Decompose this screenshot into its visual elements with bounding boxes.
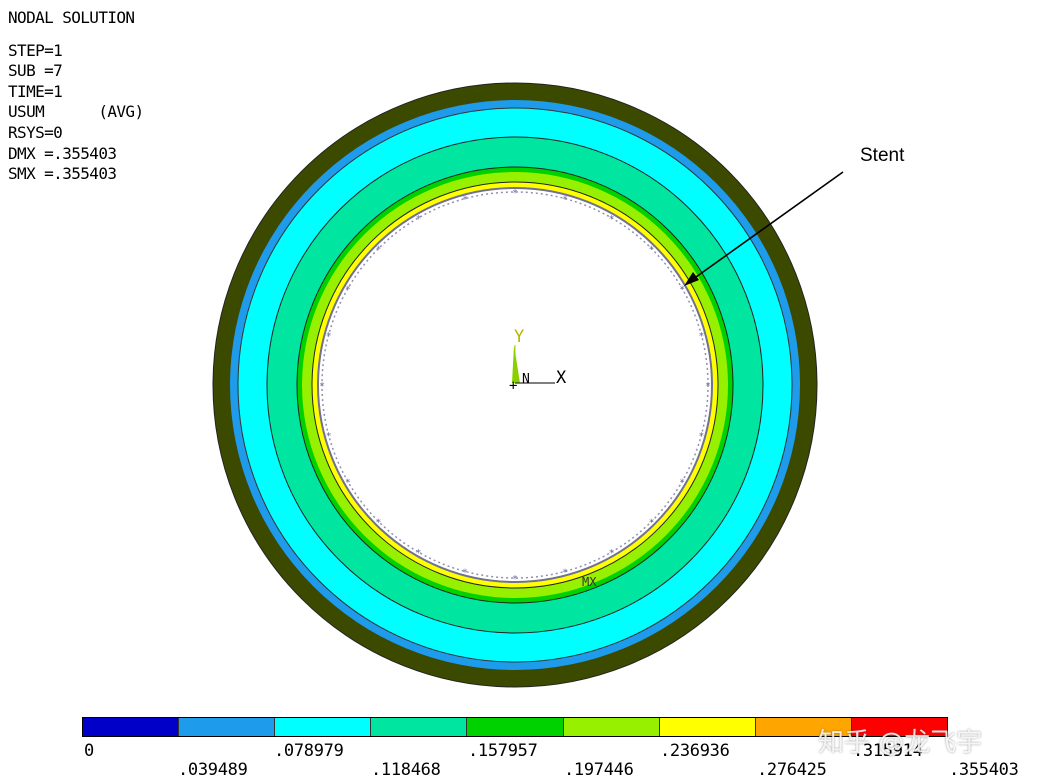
- stent-node-marker: *: [376, 518, 382, 529]
- legend-swatch-1: [83, 718, 180, 736]
- stent-node-marker: *: [649, 518, 655, 529]
- stent-node-marker: *: [319, 381, 325, 392]
- legend-swatch-6: [563, 718, 660, 736]
- stent-node-marker: *: [376, 245, 382, 256]
- axis-x-label: X: [556, 368, 567, 388]
- stent-node-marker: *: [679, 285, 685, 296]
- legend-swatch-7: [659, 718, 756, 736]
- stent-node-marker: *: [562, 567, 568, 578]
- node-label: N: [522, 372, 530, 387]
- stent-node-marker: *: [512, 574, 518, 585]
- stent-node-marker: *: [609, 548, 615, 559]
- stent-node-marker: *: [649, 245, 655, 256]
- stent-node-marker: *: [609, 214, 615, 225]
- contour-plot: * * * * * * * * * * * * * * * * * * * * * * * * Y X N + MX: [212, 82, 844, 688]
- legend-label-0: 0: [84, 741, 94, 761]
- stent-node-marker: *: [416, 548, 422, 559]
- stent-node-marker: *: [698, 431, 704, 442]
- legend-label-2: .078979: [274, 741, 344, 761]
- legend-swatch-3: [275, 718, 372, 736]
- stent-node-marker: *: [416, 214, 422, 225]
- legend-swatch-5: [467, 718, 564, 736]
- stent-node-marker: *: [705, 381, 711, 392]
- legend-label-1: .039489: [178, 760, 248, 780]
- stent-node-marker: *: [345, 285, 351, 296]
- legend-swatch-2: [179, 718, 276, 736]
- stent-node-marker: *: [462, 567, 468, 578]
- origin-marker: +: [509, 378, 517, 394]
- stent-label: Stent: [860, 145, 905, 166]
- axis-y-label: Y: [514, 327, 524, 347]
- legend-label-7: .276425: [757, 760, 827, 780]
- stent-node-marker: *: [462, 195, 468, 206]
- legend-label-5: .197446: [564, 760, 634, 780]
- mx-marker: MX: [582, 575, 597, 589]
- stent-node-marker: *: [679, 478, 685, 489]
- legend-label-3: .118468: [371, 760, 441, 780]
- legend-label-9: .355403: [949, 760, 1019, 780]
- stent-node-marker: *: [562, 195, 568, 206]
- legend-swatch-4: [371, 718, 468, 736]
- stent-node-marker: *: [698, 331, 704, 342]
- watermark-text: 知乎 @龙飞宇: [818, 728, 983, 758]
- stent-node-marker: *: [326, 431, 332, 442]
- legend-label-6: .236936: [660, 741, 730, 761]
- stent-node-marker: *: [326, 331, 332, 342]
- legend-label-4: .157957: [468, 741, 538, 761]
- stent-node-marker: *: [345, 478, 351, 489]
- stent-node-marker: *: [512, 188, 518, 199]
